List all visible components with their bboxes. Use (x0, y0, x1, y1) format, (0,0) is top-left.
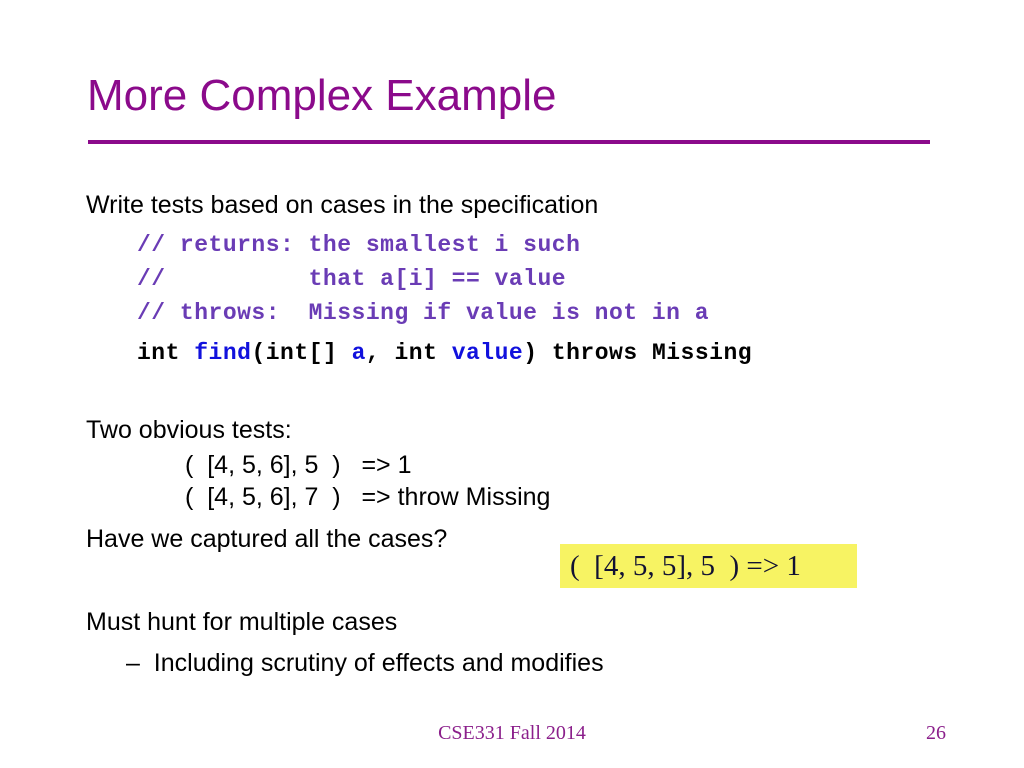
footer-course-label: CSE331 Fall 2014 (438, 722, 586, 744)
code-comment-line-1: // returns: the smallest i such (137, 232, 581, 258)
code-comment-line-2: // that a[i] == value (137, 266, 567, 292)
sub-bullet-including-scrutiny: – Including scrutiny of effects and modi… (126, 649, 604, 677)
signature-throws-clause: ) throws Missing (523, 340, 753, 366)
test-case-1-call: ( [4, 5, 6], 5 ) (185, 451, 341, 479)
footer-page-number: 26 (926, 722, 946, 744)
signature-params-separator: , int (365, 340, 452, 366)
test-case-2-result: => throw Missing (340, 483, 551, 511)
signature-arg-a: a (351, 340, 366, 366)
test-case-row-2: ( [4, 5, 6], 7 ) => throw Missing (185, 482, 550, 513)
must-hunt-text: Must hunt for multiple cases (86, 608, 398, 636)
code-signature-line: int find(int[] a, int value) throws Miss… (137, 336, 752, 370)
signature-arg-value: value (451, 340, 524, 366)
signature-open-params: (int[] (251, 340, 352, 366)
page-title: More Complex Example (87, 71, 557, 120)
title-underline-rule (88, 140, 930, 144)
test-case-2-call: ( [4, 5, 6], 7 ) (185, 483, 341, 511)
two-obvious-tests-label: Two obvious tests: (86, 416, 292, 444)
signature-return-type: int (137, 340, 195, 366)
highlight-callout-box: ( [4, 5, 5], 5 ) => 1 (560, 544, 857, 588)
test-case-row-1: ( [4, 5, 6], 5 ) => 1 (185, 450, 412, 481)
captured-cases-question: Have we captured all the cases? (86, 525, 448, 553)
intro-text: Write tests based on cases in the specif… (86, 191, 599, 219)
test-case-1-result: => 1 (340, 451, 412, 479)
slide-canvas: More Complex Example Write tests based o… (0, 0, 1024, 768)
highlight-callout-text: ( [4, 5, 5], 5 ) => 1 (570, 550, 801, 582)
code-comment-line-3: // throws: Missing if value is not in a (137, 300, 710, 326)
signature-method-name: find (194, 340, 252, 366)
